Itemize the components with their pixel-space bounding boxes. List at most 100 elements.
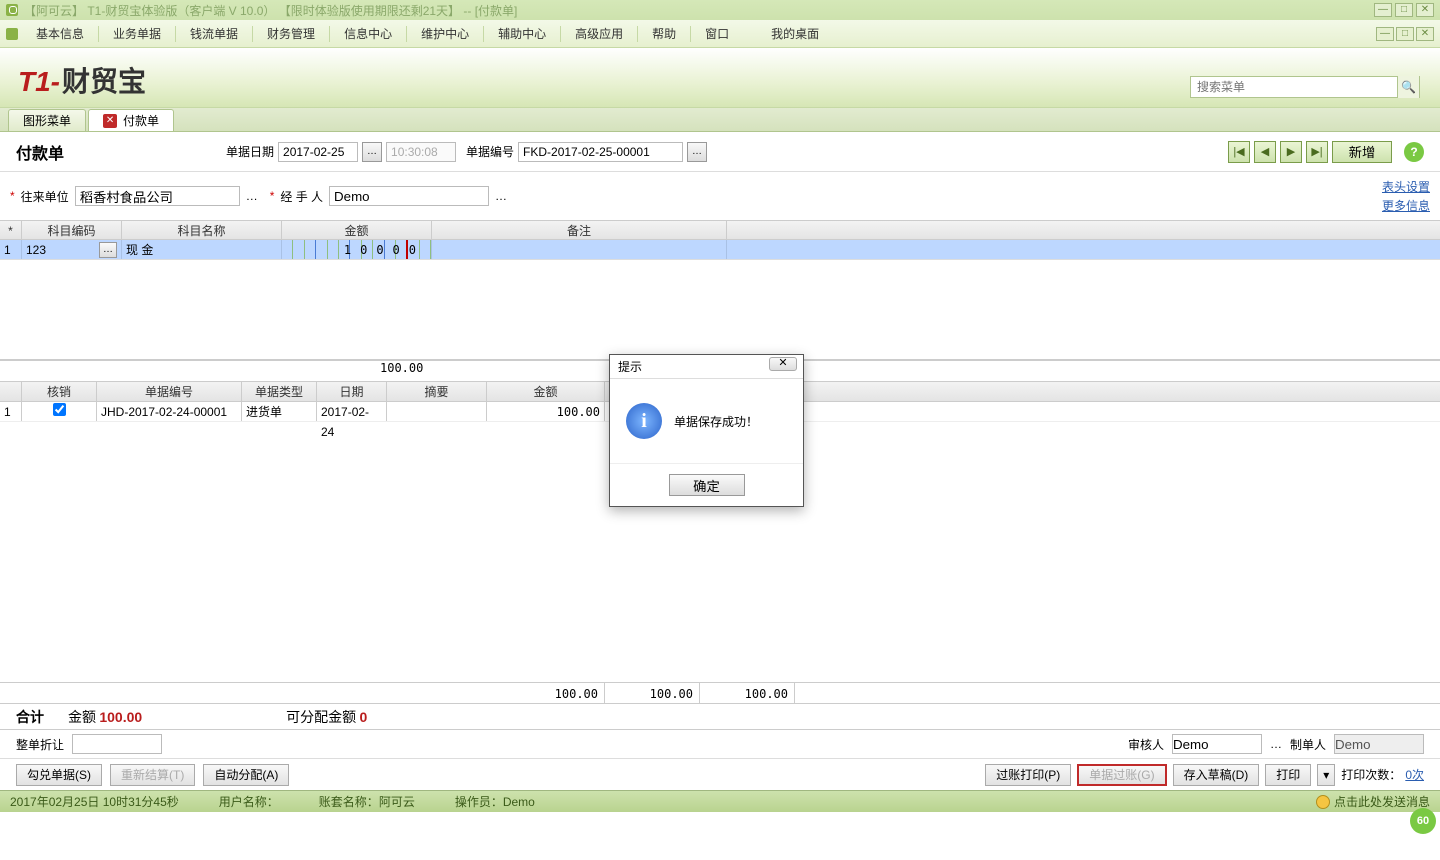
col-date[interactable]: 日期 (317, 382, 387, 401)
post-print-button[interactable]: 过账打印(P) (985, 764, 1071, 786)
menu-maintenance[interactable]: 维护中心 (411, 21, 479, 46)
auto-distribute-button[interactable]: 自动分配(A) (203, 764, 289, 786)
menu-basic-info[interactable]: 基本信息 (26, 21, 94, 46)
col-doc-type[interactable]: 单据类型 (242, 382, 317, 401)
search-icon[interactable]: 🔍 (1397, 76, 1419, 98)
maximize-button[interactable]: □ (1395, 3, 1413, 17)
print-button[interactable]: 打印 (1265, 764, 1311, 786)
grid1-header: * 科目编码 科目名称 金额 备注 (0, 220, 1440, 240)
doc-time-input (386, 142, 456, 162)
col-subject-code[interactable]: 科目编码 (22, 221, 122, 239)
num-label: 单据编号 (466, 143, 514, 160)
doc-num-input[interactable] (518, 142, 683, 162)
lock-icon (6, 4, 18, 16)
save-success-dialog: 提示 ✕ i 单据保存成功！ 确定 (609, 354, 804, 507)
mdi-minimize-button[interactable]: — (1376, 27, 1394, 41)
cell-doc-num: JHD-2017-02-24-00001 (97, 402, 242, 421)
total-amount: 100.00 (99, 709, 142, 725)
recalc-button: 重新结算(T) (110, 764, 195, 786)
tab-graphic-menu[interactable]: 图形菜单 (8, 109, 86, 131)
col-amount[interactable]: 金额 (282, 221, 432, 239)
num-picker-button[interactable]: … (687, 142, 707, 162)
dialog-message: 单据保存成功！ (674, 413, 758, 430)
dialog-ok-button[interactable]: 确定 (669, 474, 745, 496)
menu-assist[interactable]: 辅助中心 (488, 21, 556, 46)
doc-date-input[interactable] (278, 142, 358, 162)
cell-doc-type: 进货单 (242, 402, 317, 421)
assignable-amount: 0 (360, 709, 368, 725)
link-more-info[interactable]: 更多信息 (1382, 197, 1430, 214)
doc-header: 付款单 单据日期 … 单据编号 … |◀ ◀ ▶ ▶| 新增 ? (0, 132, 1440, 172)
last-button[interactable]: ▶| (1306, 141, 1328, 163)
menu-finance[interactable]: 财务管理 (257, 21, 325, 46)
col-note[interactable]: 备注 (432, 221, 727, 239)
menu-info-center[interactable]: 信息中心 (334, 21, 402, 46)
handler-label: 经 手 人 (280, 188, 323, 205)
menu-window[interactable]: 窗口 (695, 21, 739, 46)
col-doc-num[interactable]: 单据编号 (97, 382, 242, 401)
window-title: 【阿可云】 T1-财贸宝体验版（客户端 V 10.0） 【限时体验版使用期限还剩… (24, 2, 1374, 19)
cell-subject-name: 现 金 (122, 240, 282, 259)
mdi-close-button[interactable]: ✕ (1416, 27, 1434, 41)
date-picker-button[interactable]: … (362, 142, 382, 162)
smiley-icon (1316, 795, 1330, 809)
status-bar: 2017年02月25日 10时31分45秒 用户名称： 账套名称：阿可云 操作员… (0, 790, 1440, 812)
handler-input[interactable] (329, 186, 489, 206)
vendor-label: 往来单位 (21, 188, 69, 205)
handler-picker-button[interactable]: … (495, 189, 507, 203)
print-count-value[interactable]: 0次 (1405, 766, 1424, 783)
col-subject-name[interactable]: 科目名称 (122, 221, 282, 239)
next-button[interactable]: ▶ (1280, 141, 1302, 163)
status-datetime: 2017年02月25日 10时31分45秒 (10, 793, 179, 810)
dialog-close-button[interactable]: ✕ (769, 357, 797, 371)
mdi-maximize-button[interactable]: □ (1396, 27, 1414, 41)
banner: T1-财贸宝 🔍 (0, 48, 1440, 108)
dialog-title: 提示 (618, 358, 642, 375)
writeoff-checkbox[interactable] (53, 403, 66, 416)
menu-my-desktop[interactable]: 我的桌面 (761, 21, 829, 46)
menu-advanced[interactable]: 高级应用 (565, 21, 633, 46)
tab-strip: 图形菜单 ✕ 付款单 (0, 108, 1440, 132)
close-icon[interactable]: ✕ (103, 114, 117, 128)
tab-payment[interactable]: ✕ 付款单 (88, 109, 174, 131)
grid1-row[interactable]: 1 123 … 现 金 10000 (0, 240, 1440, 260)
menu-business-docs[interactable]: 业务单据 (103, 21, 171, 46)
cell-date: 2017-02-24 (317, 402, 387, 421)
link-header-settings[interactable]: 表头设置 (1382, 178, 1430, 195)
first-button[interactable]: |◀ (1228, 141, 1250, 163)
action-bar: 勾兑单据(S) 重新结算(T) 自动分配(A) 过账打印(P) 单据过账(G) … (0, 758, 1440, 790)
discount-label: 整单折让 (16, 736, 64, 753)
close-button[interactable]: ✕ (1416, 3, 1434, 17)
col-writeoff-check[interactable]: 核销 (22, 382, 97, 401)
vendor-picker-button[interactable]: … (246, 189, 258, 203)
menu-search-input[interactable] (1191, 80, 1397, 94)
reviewer-picker-button[interactable]: … (1270, 737, 1282, 751)
lock-icon (6, 28, 18, 40)
date-label: 单据日期 (226, 143, 274, 160)
print-dropdown-button[interactable]: ▾ (1317, 764, 1335, 786)
post-doc-button[interactable]: 单据过账(G) (1077, 764, 1166, 786)
cell-amount[interactable]: 10000 (282, 240, 432, 259)
badge-60[interactable]: 60 (1410, 808, 1436, 834)
new-button[interactable]: 新增 (1332, 141, 1392, 163)
menu-search[interactable]: 🔍 (1190, 76, 1420, 98)
reviewer-input[interactable] (1172, 734, 1262, 754)
menu-cashflow-docs[interactable]: 钱流单据 (180, 21, 248, 46)
page-title: 付款单 (16, 140, 216, 164)
minimize-button[interactable]: — (1374, 3, 1392, 17)
cell-summary (387, 402, 487, 421)
menu-help[interactable]: 帮助 (642, 21, 686, 46)
col-amount2[interactable]: 金额 (487, 382, 605, 401)
discount-input[interactable] (72, 734, 162, 754)
save-draft-button[interactable]: 存入草稿(D) (1173, 764, 1260, 786)
send-message-link[interactable]: 点击此处发送消息 (1316, 793, 1430, 810)
maker-input (1334, 734, 1424, 754)
help-icon[interactable]: ? (1404, 142, 1424, 162)
match-docs-button[interactable]: 勾兑单据(S) (16, 764, 102, 786)
prev-button[interactable]: ◀ (1254, 141, 1276, 163)
subject-picker-button[interactable]: … (99, 242, 117, 258)
summary-row: 合计 金额 100.00 可分配金额 0 (0, 704, 1440, 730)
cell-note[interactable] (432, 240, 727, 259)
vendor-input[interactable] (75, 186, 240, 206)
col-summary[interactable]: 摘要 (387, 382, 487, 401)
